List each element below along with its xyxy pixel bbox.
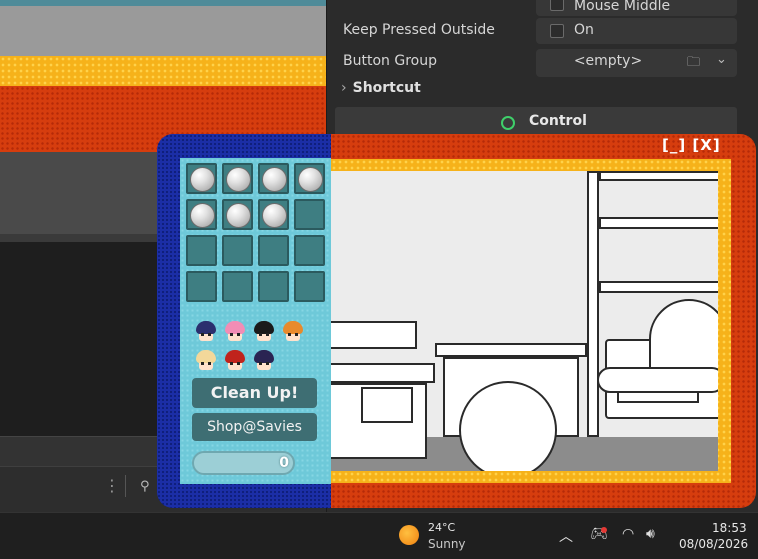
- mouse-middle-label: Mouse Middle: [574, 0, 671, 14]
- low-table-top: [331, 363, 435, 383]
- armchair-arm: [597, 367, 718, 393]
- notification-dot: [601, 527, 607, 533]
- character-avatar[interactable]: [252, 349, 276, 373]
- avatar-eyes: [201, 333, 211, 336]
- inventory-slot[interactable]: [258, 271, 289, 302]
- character-avatar[interactable]: [223, 349, 247, 373]
- weather-temperature[interactable]: 24°C: [428, 521, 455, 534]
- inventory-slot[interactable]: [258, 199, 289, 230]
- character-avatar[interactable]: [281, 320, 305, 344]
- keep-pressed-checkbox[interactable]: [550, 24, 564, 38]
- keep-pressed-field[interactable]: On: [536, 18, 737, 44]
- weather-condition[interactable]: Sunny: [428, 537, 466, 551]
- button-group-field[interactable]: <empty> 🗀 ⌄: [536, 49, 737, 77]
- more-options-icon[interactable]: ⋮: [104, 476, 120, 495]
- chevron-up-icon[interactable]: ︿: [559, 526, 573, 546]
- character-avatar[interactable]: [252, 320, 276, 344]
- sun-icon[interactable]: [399, 525, 419, 545]
- bookcase-shelf-1: [599, 171, 718, 181]
- avatar-eyes: [230, 362, 240, 365]
- coin-counter-value: 0: [279, 455, 289, 471]
- inventory-slot[interactable]: [294, 235, 325, 266]
- shortcut-section[interactable]: › Shortcut: [341, 80, 421, 96]
- mouse-middle-checkbox[interactable]: [550, 0, 564, 11]
- armchair-cushion: [617, 391, 699, 403]
- low-table-drawer: [361, 387, 413, 423]
- inventory-slot[interactable]: [186, 163, 217, 194]
- keep-pressed-label: Keep Pressed Outside: [343, 22, 495, 38]
- inventory-slot[interactable]: [258, 235, 289, 266]
- table-top: [435, 343, 587, 357]
- wifi-icon[interactable]: ◠: [622, 526, 634, 542]
- avatar-eyes: [230, 333, 240, 336]
- clock-time[interactable]: 18:53: [712, 521, 747, 535]
- orb-icon: [262, 167, 287, 192]
- pin-icon[interactable]: ⚲: [140, 479, 150, 494]
- orb-icon: [262, 203, 287, 228]
- room-scene[interactable]: [331, 171, 718, 471]
- shop-button[interactable]: Shop@Savies: [192, 413, 317, 441]
- scene-yellow-band: [0, 56, 326, 86]
- orb-icon: [298, 167, 323, 192]
- button-group-value: <empty>: [573, 53, 643, 69]
- clean-up-button[interactable]: Clean Up!: [192, 378, 317, 408]
- shortcut-label: Shortcut: [352, 80, 421, 96]
- table-arch: [459, 381, 557, 471]
- window-controls[interactable]: [_] [X]: [662, 136, 721, 154]
- character-avatar[interactable]: [194, 349, 218, 373]
- mouse-middle-field[interactable]: Mouse Middle: [536, 0, 737, 16]
- bookcase-post: [587, 171, 599, 437]
- inventory-slot[interactable]: [222, 235, 253, 266]
- avatar-eyes: [201, 362, 211, 365]
- button-group-label: Button Group: [343, 53, 437, 69]
- inventory-slot[interactable]: [186, 271, 217, 302]
- shelf-top: [331, 321, 417, 349]
- keep-pressed-value: On: [574, 22, 594, 38]
- inventory-slot[interactable]: [186, 199, 217, 230]
- control-section[interactable]: Control: [335, 107, 737, 137]
- inventory-slot[interactable]: [222, 163, 253, 194]
- inventory-slot[interactable]: [294, 163, 325, 194]
- orb-icon: [190, 167, 215, 192]
- orb-icon: [190, 203, 215, 228]
- game-window: [_] [X] Clean Up! Shop@Savies 0: [157, 134, 756, 508]
- inventory-slot[interactable]: [222, 271, 253, 302]
- volume-icon[interactable]: 🔊︎: [646, 526, 655, 542]
- toolbar-separator: [125, 475, 126, 497]
- bookcase-shelf-3: [599, 281, 718, 293]
- coin-counter: 0: [192, 451, 295, 475]
- chevron-right-icon: ›: [341, 80, 347, 96]
- inventory-slot[interactable]: [222, 199, 253, 230]
- avatar-eyes: [288, 333, 298, 336]
- avatar-eyes: [259, 333, 269, 336]
- taskbar: 24°C Sunny ︿ 🎮︎ ◠ 🔊︎ 18:53 08/08/2026: [0, 512, 758, 559]
- inventory-slot[interactable]: [294, 199, 325, 230]
- orb-icon: [226, 203, 251, 228]
- inventory-slot[interactable]: [294, 271, 325, 302]
- folder-icon[interactable]: 🗀: [687, 53, 700, 75]
- inventory-slot[interactable]: [258, 163, 289, 194]
- scene-gray-band: [0, 6, 326, 56]
- bookcase-shelf-2: [599, 217, 718, 229]
- chevron-down-icon[interactable]: ⌄: [716, 52, 727, 67]
- character-avatar[interactable]: [223, 320, 247, 344]
- status-circle-icon: [501, 116, 515, 130]
- avatar-eyes: [259, 362, 269, 365]
- orb-icon: [226, 167, 251, 192]
- clock-date[interactable]: 08/08/2026: [679, 537, 748, 551]
- control-label: Control: [529, 113, 587, 129]
- inventory-slot[interactable]: [186, 235, 217, 266]
- character-avatar[interactable]: [194, 320, 218, 344]
